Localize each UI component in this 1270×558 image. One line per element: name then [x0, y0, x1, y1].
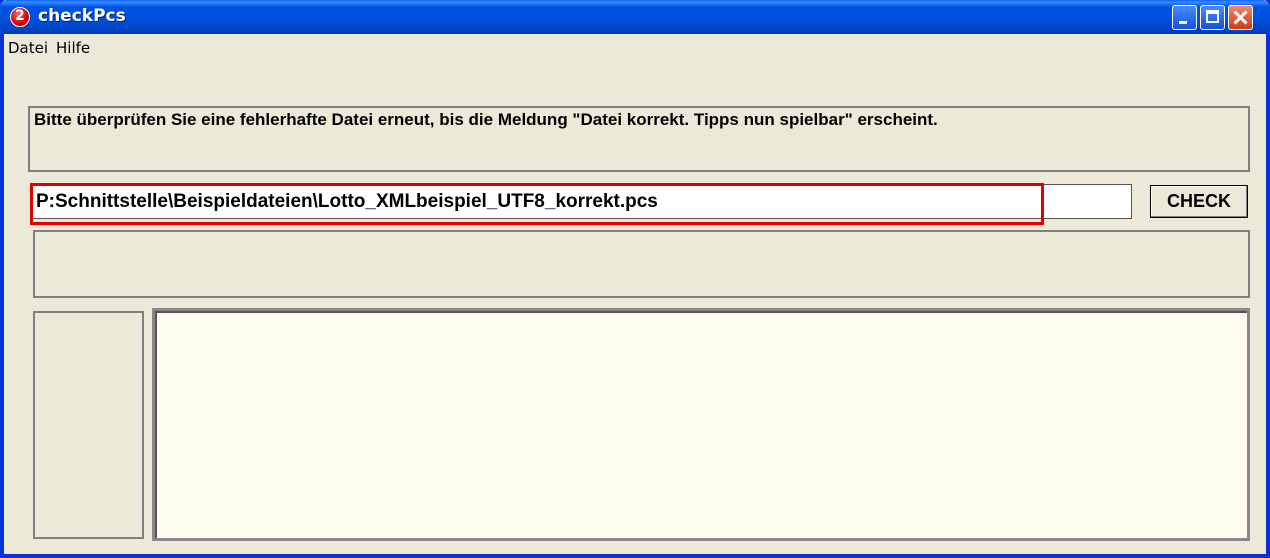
- close-icon[interactable]: [1228, 5, 1253, 30]
- menu-item-datei[interactable]: Datei: [8, 39, 48, 57]
- menu-bar: Datei Hilfe: [4, 34, 1266, 60]
- menu-item-hilfe[interactable]: Hilfe: [56, 39, 90, 57]
- status-panel: [33, 230, 1250, 298]
- window-title: checkPcs: [38, 6, 126, 26]
- minimize-icon[interactable]: [1172, 5, 1197, 30]
- title-bar[interactable]: checkPcs: [0, 0, 1270, 34]
- file-path-field[interactable]: [30, 183, 1132, 225]
- app-icon[interactable]: [10, 7, 30, 27]
- app-window: checkPcs Datei Hilfe Bitte überprüfen Si…: [0, 0, 1270, 558]
- instruction-message: Bitte überprüfen Sie eine fehlerhafte Da…: [28, 106, 1250, 172]
- output-text-area[interactable]: [152, 308, 1250, 541]
- highlight-box: [30, 183, 1044, 225]
- maximize-icon[interactable]: [1200, 5, 1225, 30]
- check-button[interactable]: CHECK: [1150, 185, 1248, 218]
- side-panel: [33, 311, 144, 539]
